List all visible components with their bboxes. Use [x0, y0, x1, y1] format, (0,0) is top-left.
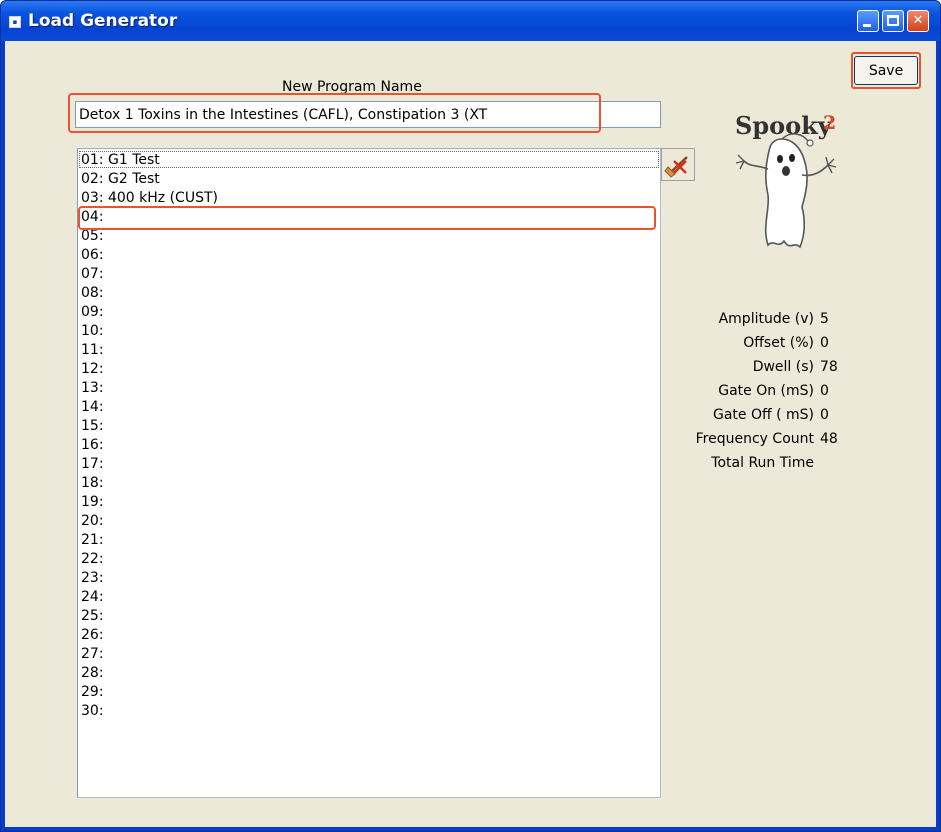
list-item[interactable]: 20:	[81, 512, 104, 531]
offset-value: 0	[820, 335, 829, 351]
list-item[interactable]: 02: G2 Test	[81, 170, 160, 189]
list-item[interactable]: 22:	[81, 550, 104, 569]
list-item[interactable]: 28:	[81, 664, 104, 683]
list-item[interactable]: 14:	[81, 398, 104, 417]
row-04-highlight-box	[78, 206, 656, 230]
close-button[interactable]: ✕	[907, 10, 929, 32]
list-item[interactable]: 01: G1 Test	[81, 151, 160, 170]
focus-rectangle	[79, 151, 659, 168]
gate-on-label: Gate On (mS)	[718, 383, 814, 399]
list-item[interactable]: 18:	[81, 474, 104, 493]
dwell-value: 78	[820, 359, 838, 375]
clear-button[interactable]	[661, 148, 695, 181]
gate-off-value: 0	[820, 407, 829, 423]
total-run-time-label: Total Run Time	[711, 455, 814, 471]
save-highlight-box	[851, 52, 921, 89]
frequency-count-label: Frequency Count	[695, 431, 814, 447]
minimize-icon	[863, 24, 871, 27]
list-item[interactable]: 29:	[81, 683, 104, 702]
list-item[interactable]: 26:	[81, 626, 104, 645]
title-bar[interactable]: ▪ Load Generator ✕	[1, 1, 940, 41]
list-item[interactable]: 27:	[81, 645, 104, 664]
list-item[interactable]: 06:	[81, 246, 104, 265]
list-item[interactable]: 25:	[81, 607, 104, 626]
list-item[interactable]: 11:	[81, 341, 104, 360]
list-item[interactable]: 12:	[81, 360, 104, 379]
spooky-logo: Spooky 2	[730, 107, 850, 257]
dwell-label: Dwell (s)	[752, 359, 814, 375]
gate-off-label: Gate Off ( mS)	[713, 407, 814, 423]
gate-on-value: 0	[820, 383, 829, 399]
list-item[interactable]: 09:	[81, 303, 104, 322]
program-name-highlight-box	[68, 93, 601, 133]
logo-superscript: 2	[823, 112, 836, 134]
program-list[interactable]: 01: G1 Test 02: G2 Test 03: 400 kHz (CUST)…	[77, 148, 661, 798]
list-item[interactable]: 23:	[81, 569, 104, 588]
list-item[interactable]: 24:	[81, 588, 104, 607]
list-item[interactable]: 08:	[81, 284, 104, 303]
list-item[interactable]: 10:	[81, 322, 104, 341]
logo-text: Spooky	[735, 111, 833, 140]
minimize-button[interactable]	[857, 10, 879, 32]
list-item[interactable]: 21:	[81, 531, 104, 550]
window-title: Load Generator	[28, 11, 178, 31]
frequency-count-value: 48	[820, 431, 838, 447]
list-item[interactable]: 19:	[81, 493, 104, 512]
amplitude-value: 5	[820, 311, 829, 327]
maximize-icon	[887, 15, 899, 26]
list-item[interactable]: 30:	[81, 702, 104, 721]
list-item[interactable]: 16:	[81, 436, 104, 455]
maximize-button[interactable]	[882, 10, 904, 32]
amplitude-label: Amplitude (v)	[718, 311, 814, 327]
clear-broom-icon	[664, 156, 688, 178]
close-icon: ✕	[912, 13, 924, 28]
app-icon[interactable]: ▪	[9, 16, 21, 28]
list-item[interactable]: 17:	[81, 455, 104, 474]
offset-label: Offset (%)	[743, 335, 814, 351]
list-item[interactable]: 13:	[81, 379, 104, 398]
list-item[interactable]: 15:	[81, 417, 104, 436]
list-item[interactable]: 07:	[81, 265, 104, 284]
